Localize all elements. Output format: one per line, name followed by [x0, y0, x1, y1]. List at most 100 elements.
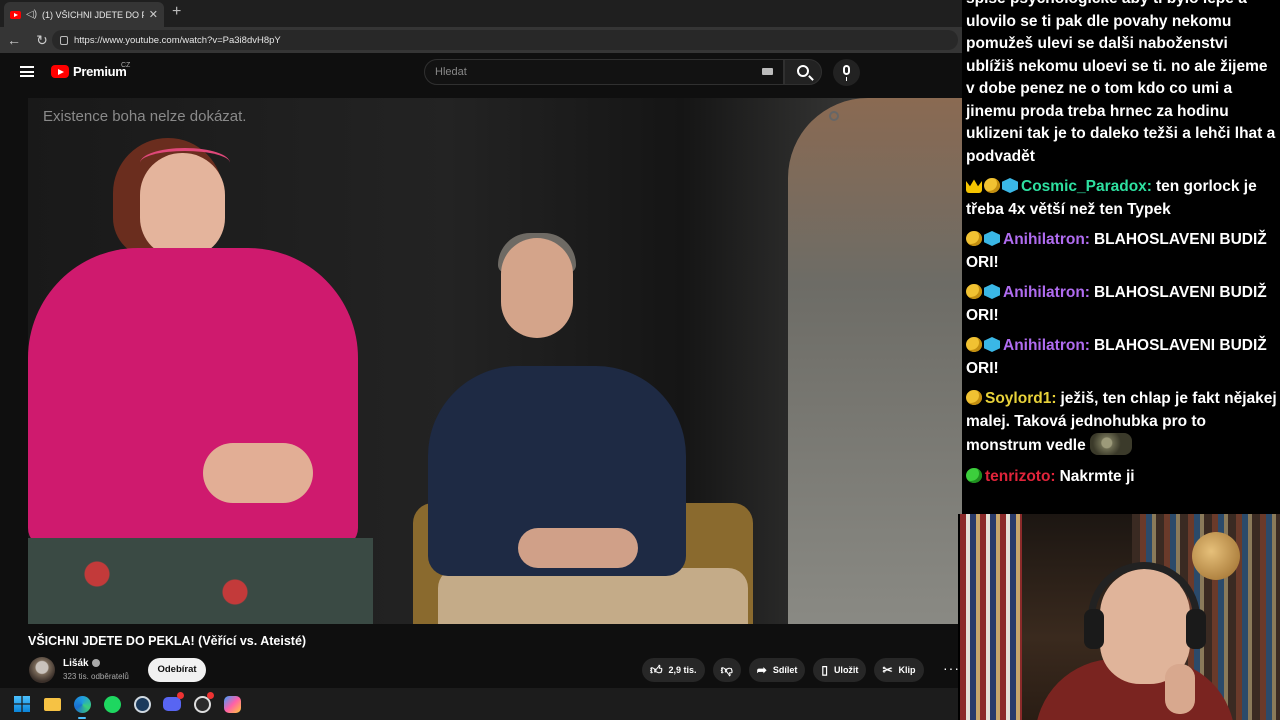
- subscribe-button[interactable]: Odebírat: [148, 658, 206, 682]
- copilot-button[interactable]: [222, 694, 242, 714]
- chat-message-list: spíše psychologicke aby ti bylo lepe a u…: [966, 0, 1280, 488]
- taskbar: [0, 688, 958, 720]
- green-badge-icon: [966, 467, 982, 483]
- copilot-icon: [223, 695, 241, 713]
- chat-message: Anihilatron: BLAHOSLAVENI BUDIŽ ORI!: [966, 229, 1280, 274]
- chat-username[interactable]: Anihilatron:: [1003, 337, 1090, 354]
- chat-text: Nakrmte ji: [1059, 467, 1135, 485]
- like-button[interactable]: 👍︎ 2,9 tis.: [642, 658, 705, 682]
- streamer-hand: [1165, 664, 1195, 714]
- chat-username[interactable]: tenrizoto:: [985, 468, 1056, 485]
- tab-bar: ◁) (1) VŠICHNI JDETE DO PEKLA! ✕ +: [0, 0, 962, 27]
- save-label: Uložit: [833, 665, 859, 675]
- site-info-icon[interactable]: [60, 35, 68, 45]
- folder-icon: [43, 697, 61, 711]
- verified-icon: [91, 659, 100, 667]
- chat-username[interactable]: Soylord1:: [985, 390, 1056, 407]
- video-caption: Existence boha nelze dokázat.: [43, 108, 247, 125]
- youtube-favicon-icon: [10, 10, 21, 19]
- foreground-person: [788, 98, 962, 624]
- logo-text: Premium: [73, 64, 127, 79]
- thumbs-down-icon: 👎︎: [720, 662, 733, 677]
- channel-name[interactable]: Lišák: [63, 658, 100, 669]
- spotify-icon: [103, 695, 121, 713]
- save-button[interactable]: ▯ Uložit: [813, 658, 867, 682]
- chat-message: Anihilatron: BLAHOSLAVENI BUDIŽ ORI!: [966, 335, 1280, 380]
- chat-username[interactable]: Cosmic_Paradox:: [1021, 178, 1152, 195]
- discord-icon: [163, 697, 181, 711]
- video-actions: 👍︎ 2,9 tis. 👎︎ ➦ Sdílet ▯ Uložit ✂ Klip: [642, 658, 924, 682]
- youtube-play-icon: [51, 65, 69, 78]
- chat-username[interactable]: Anihilatron:: [1003, 231, 1090, 248]
- search-icon: [797, 65, 809, 77]
- search-input[interactable]: Hledat: [424, 59, 784, 85]
- man-hands: [518, 528, 638, 568]
- coin-badge-icon: [966, 231, 982, 246]
- bookshelf-left: [960, 514, 1022, 720]
- chat-message: Cosmic_Paradox: ten gorlock je třeba 4x v…: [966, 176, 1280, 221]
- notification-badge: [177, 692, 184, 699]
- channel-avatar[interactable]: [29, 657, 55, 683]
- cube-badge-icon: [984, 231, 1000, 246]
- man-legs: [438, 568, 748, 624]
- back-icon[interactable]: ←: [0, 32, 28, 48]
- obs-button[interactable]: [192, 692, 214, 714]
- url-text: https://www.youtube.com/watch?v=Pa3i8dvH…: [74, 34, 281, 46]
- chat-badges: [966, 284, 1000, 299]
- headband: [140, 148, 230, 178]
- search-button[interactable]: [784, 59, 822, 85]
- tab-title: (1) VŠICHNI JDETE DO PEKLA!: [42, 9, 144, 20]
- recording-badge: [207, 692, 214, 699]
- youtube-header: Premium CZ Hledat: [0, 53, 962, 93]
- cube-badge-icon: [1002, 178, 1018, 193]
- globe: [1192, 532, 1240, 580]
- woman-hands: [203, 443, 313, 503]
- video-player[interactable]: Existence boha nelze dokázat.: [28, 98, 962, 624]
- coin-badge-icon: [966, 337, 982, 352]
- woman-pink-top: [28, 248, 358, 548]
- cube-badge-icon: [984, 284, 1000, 299]
- share-label: Sdílet: [772, 665, 798, 675]
- new-tab-button[interactable]: +: [172, 3, 181, 21]
- coin-badge-icon: [966, 390, 982, 405]
- steam-icon: [133, 695, 151, 713]
- voice-search-button[interactable]: [833, 59, 860, 86]
- cube-badge-icon: [984, 337, 1000, 352]
- speaker-icon[interactable]: ◁): [26, 9, 37, 20]
- browser-tab[interactable]: ◁) (1) VŠICHNI JDETE DO PEKLA! ✕: [4, 2, 164, 27]
- share-button[interactable]: ➦ Sdílet: [748, 658, 806, 682]
- edge-button[interactable]: [72, 694, 92, 719]
- country-code: CZ: [121, 62, 131, 69]
- webcam-feed: [958, 514, 1280, 720]
- chat-message: Anihilatron: BLAHOSLAVENI BUDIŽ ORI!: [966, 282, 1280, 327]
- chat-message: tenrizoto: Nakrmte ji: [966, 466, 1280, 489]
- chat-badges: [966, 467, 982, 483]
- clip-button[interactable]: ✂ Klip: [874, 658, 924, 682]
- keyboard-icon[interactable]: [762, 68, 773, 75]
- spotify-button[interactable]: [102, 694, 122, 714]
- close-tab-icon[interactable]: ✕: [149, 8, 158, 21]
- camera-dot: [829, 111, 839, 121]
- scissors-icon: ✂: [882, 663, 893, 677]
- discord-button[interactable]: [162, 692, 184, 714]
- browser-window: ◁) (1) VŠICHNI JDETE DO PEKLA! ✕ + ← ↻ h…: [0, 0, 962, 688]
- menu-icon[interactable]: [20, 66, 34, 77]
- share-icon: ➦: [756, 663, 767, 677]
- dislike-button[interactable]: 👎︎: [712, 658, 741, 682]
- windows-icon: [14, 696, 30, 712]
- chat-panel: spíše psychologicke aby ti bylo lepe a u…: [962, 0, 1280, 514]
- channel-name-text: Lišák: [63, 658, 89, 669]
- start-button[interactable]: [12, 694, 32, 714]
- file-explorer-button[interactable]: [42, 694, 62, 714]
- chat-emote-icon: [1089, 433, 1132, 455]
- chat-badges: [966, 337, 1000, 352]
- chat-message: spíše psychologicke aby ti bylo lepe a u…: [966, 0, 1280, 168]
- chat-username[interactable]: Anihilatron:: [1003, 284, 1090, 301]
- headphone-earcup-left: [1084, 609, 1104, 649]
- steam-button[interactable]: [132, 694, 152, 714]
- woman-floral-leggings: [28, 538, 373, 624]
- youtube-logo[interactable]: Premium: [51, 64, 127, 79]
- address-bar: ← ↻ https://www.youtube.com/watch?v=Pa3i…: [0, 27, 962, 53]
- url-input[interactable]: https://www.youtube.com/watch?v=Pa3i8dvH…: [52, 30, 958, 50]
- crown-badge-icon: [966, 179, 982, 193]
